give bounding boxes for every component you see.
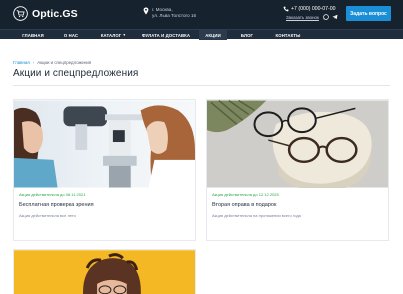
title-divider [13, 85, 390, 86]
telegram-icon[interactable] [332, 14, 338, 20]
logo-text: Optic.GS [32, 7, 78, 20]
promo-description: Акция действительна все лето [19, 213, 76, 218]
chevron-down-icon: ▾ [123, 33, 126, 37]
nav-item-catalog[interactable]: КАТАЛОГ ▾ [92, 30, 134, 40]
breadcrumb: Главная › Акции и спецпредложения [13, 60, 91, 65]
location-street: ул. Льва Толстого 16 [152, 13, 197, 18]
site-header: Optic.GS г. Москва, ул. Льва Толстого 16… [0, 0, 403, 29]
main-nav: ГЛАВНАЯ О НАС КАТАЛОГ ▾ ФУЛАТА И ДОСТАВКА… [0, 29, 403, 40]
location-pin-icon [143, 7, 149, 15]
nav-item-about[interactable]: О НАС [55, 30, 87, 40]
nav-item-payment-delivery[interactable]: ФУЛАТА И ДОСТАВКА [137, 30, 195, 40]
promo-image-yellow [14, 250, 195, 294]
promo-date: Акция действительна до 12.12.2025 [212, 192, 279, 197]
promo-image-eye-exam [14, 100, 195, 188]
breadcrumb-separator: › [32, 60, 35, 65]
promo-title[interactable]: Бесплатная проверка зрения [19, 202, 190, 208]
phone-icon [283, 6, 289, 12]
promo-card-eye-exam[interactable]: Акция действительна до 08.11.2021 Беспла… [13, 99, 196, 241]
promo-image-glasses [207, 100, 388, 188]
breadcrumb-current: Акции и спецпредложения [37, 60, 92, 65]
nav-item-promotions[interactable]: АКЦИИ [199, 30, 227, 40]
callback-link[interactable]: Заказать звонок [286, 15, 319, 20]
promo-card-second-frame[interactable]: Акция действительна до 12.12.2025 Вторая… [206, 99, 389, 241]
logo[interactable]: Optic.GS [13, 6, 78, 21]
phone-number[interactable]: +7 (000) 000-07-00 [291, 6, 336, 12]
cart-logo-icon [13, 6, 28, 21]
page-title: Акции и спецпредложения [13, 68, 139, 79]
nav-item-home[interactable]: ГЛАВНАЯ [13, 30, 53, 40]
promo-date: Акция действительна до 08.11.2021 [19, 192, 86, 197]
store-location: г. Москва, ул. Льва Толстого 16 [143, 7, 196, 19]
promo-card-third[interactable] [13, 249, 196, 294]
breadcrumb-home[interactable]: Главная [13, 60, 30, 65]
ask-question-button[interactable]: Задать вопрос [346, 6, 391, 21]
promo-description: Акция действительна на протяжении всего … [212, 213, 301, 218]
contacts-block: +7 (000) 000-07-00 Заказать звонок [283, 6, 339, 20]
promo-title[interactable]: Вторая оправа в подарок [212, 202, 383, 208]
nav-item-contacts[interactable]: КОНТАКТЫ [268, 30, 308, 40]
whatsapp-icon[interactable] [323, 14, 329, 20]
nav-item-blog[interactable]: БЛОГ [232, 30, 262, 40]
